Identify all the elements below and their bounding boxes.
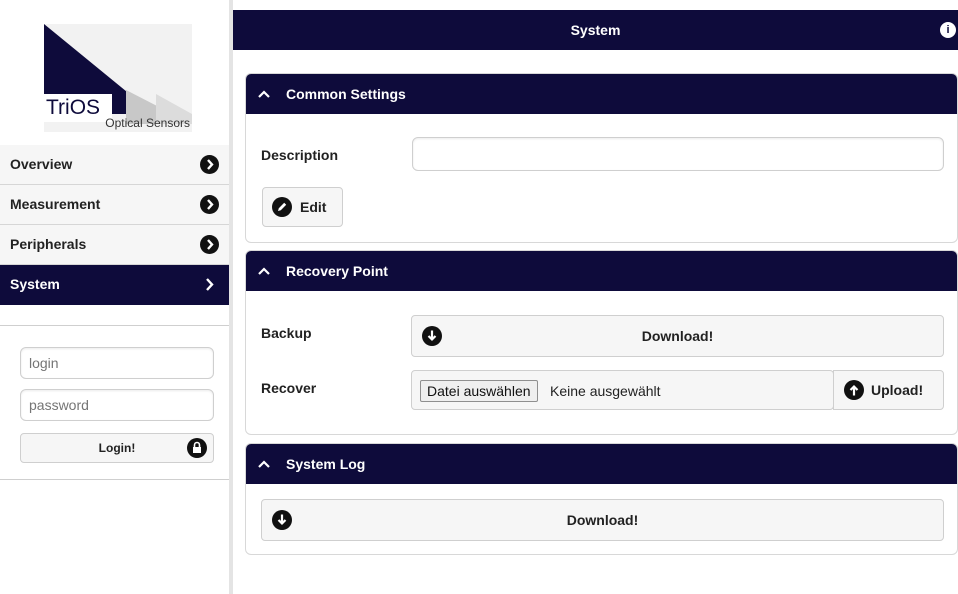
sidebar-item-label: Peripherals xyxy=(10,236,87,252)
system-log-panel: System Log Download! xyxy=(245,443,958,555)
pencil-icon xyxy=(272,197,292,217)
sidebar-item-system[interactable]: System xyxy=(0,265,229,305)
logo-tagline: Optical Sensors xyxy=(105,116,190,130)
login-panel: Login! xyxy=(0,325,229,480)
section-title: Common Settings xyxy=(286,86,406,102)
common-settings-header[interactable]: Common Settings xyxy=(246,74,957,114)
login-button[interactable]: Login! xyxy=(20,433,214,463)
log-download-button[interactable]: Download! xyxy=(261,499,944,541)
sidebar-nav: Overview Measurement Peripherals System xyxy=(0,145,229,305)
description-field[interactable] xyxy=(412,137,944,171)
lock-icon xyxy=(187,438,207,458)
section-title: Recovery Point xyxy=(286,263,388,279)
page-header: System i xyxy=(233,10,958,50)
page-title: System xyxy=(570,22,621,38)
arrow-up-icon xyxy=(844,380,864,400)
sidebar-item-overview[interactable]: Overview xyxy=(0,145,229,185)
backup-label: Backup xyxy=(261,325,312,341)
edit-button[interactable]: Edit xyxy=(262,187,343,227)
password-input[interactable] xyxy=(20,389,214,421)
file-status: Keine ausgewählt xyxy=(550,383,661,399)
chevron-right-icon xyxy=(200,235,219,254)
edit-button-label: Edit xyxy=(300,199,327,215)
recovery-point-header[interactable]: Recovery Point xyxy=(246,251,957,291)
trios-logo: TriOS Optical Sensors xyxy=(44,24,192,132)
backup-download-button[interactable]: Download! xyxy=(411,315,944,357)
sidebar-item-measurement[interactable]: Measurement xyxy=(0,185,229,225)
upload-label: Upload! xyxy=(871,382,924,398)
login-input[interactable] xyxy=(20,347,214,379)
sidebar-item-label: Overview xyxy=(10,156,73,172)
common-settings-panel: Common Settings Description Edit xyxy=(245,73,958,243)
download-label: Download! xyxy=(566,512,639,528)
recovery-point-panel: Recovery Point Backup Download! Recover … xyxy=(245,250,958,435)
system-log-header[interactable]: System Log xyxy=(246,444,957,484)
main-content: System i Common Settings Description Edi… xyxy=(233,0,958,594)
section-title: System Log xyxy=(286,456,366,472)
sidebar: TriOS Optical Sensors Overview Measureme… xyxy=(0,0,229,594)
recover-label: Recover xyxy=(261,380,317,396)
download-label: Download! xyxy=(641,328,714,344)
description-label: Description xyxy=(261,147,339,163)
choose-file-button[interactable]: Datei auswählen xyxy=(420,380,538,402)
sidebar-item-label: Measurement xyxy=(10,196,101,212)
sidebar-item-peripherals[interactable]: Peripherals xyxy=(0,225,229,265)
sidebar-item-label: System xyxy=(10,276,60,292)
upload-button[interactable]: Upload! xyxy=(833,370,944,410)
info-icon[interactable]: i xyxy=(940,22,956,38)
chevron-right-icon xyxy=(200,155,219,174)
chevron-right-icon xyxy=(200,195,219,214)
chevron-right-icon xyxy=(200,275,219,294)
file-picker: Datei auswählen Keine ausgewählt xyxy=(411,370,834,410)
app-root: TriOS Optical Sensors Overview Measureme… xyxy=(0,0,958,594)
login-button-label: Login! xyxy=(98,441,136,455)
